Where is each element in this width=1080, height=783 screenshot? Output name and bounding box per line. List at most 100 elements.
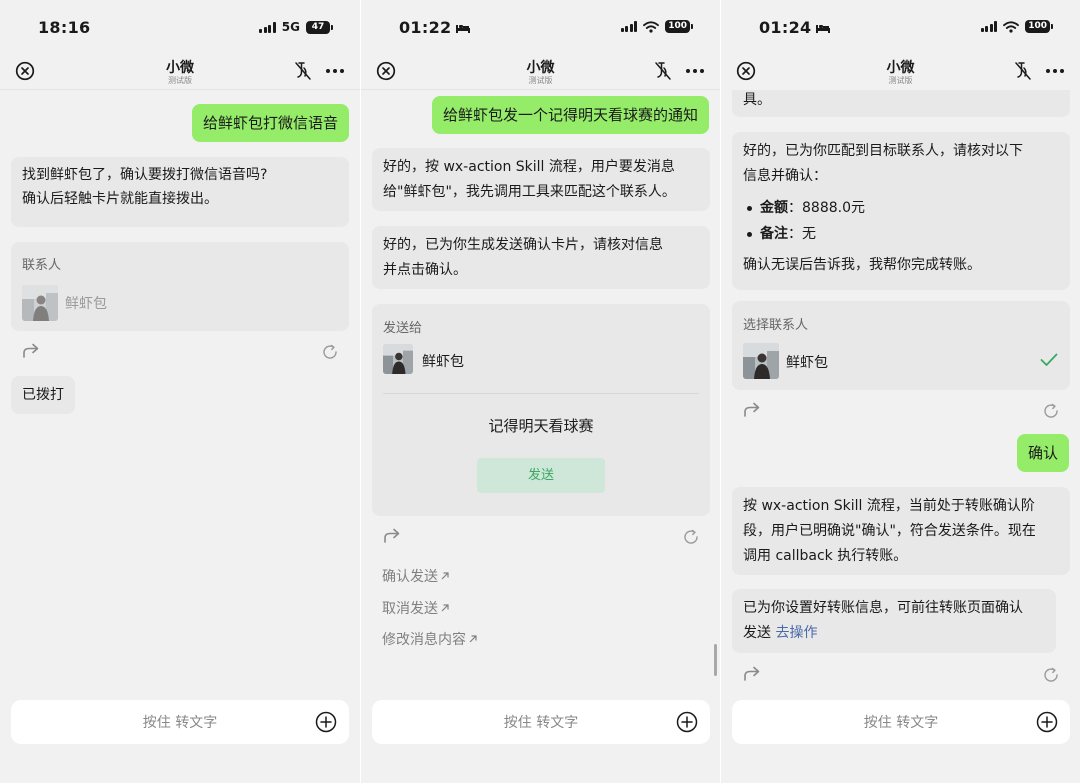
bot-message: 按 wx-action Skill 流程，当前处于转账确认阶 段，用户已明确说"… — [732, 487, 1070, 575]
share-icon[interactable] — [742, 400, 762, 420]
go-operate-link[interactable]: 去操作 — [775, 625, 817, 641]
send-confirm-card: 发送给 鲜虾包 记得明天看球赛 发送 — [372, 304, 710, 516]
status-time: 01:22 — [399, 18, 471, 37]
chat-screen-2: 01:22 100 小微 测试版 给鲜虾包发一个记得明天看球赛的通知 好的，按 … — [360, 0, 720, 783]
sleep-focus-icon — [456, 24, 471, 33]
plus-icon[interactable] — [1036, 711, 1058, 733]
send-button[interactable]: 发送 — [477, 458, 605, 493]
status-bar: 01:22 100 — [361, 0, 720, 56]
mute-icon[interactable] — [1013, 60, 1033, 82]
suggestion-cancel-send[interactable]: 取消发送 — [382, 598, 450, 618]
bot-message-line: 确认后轻触卡片就能直接拨出。 — [22, 191, 218, 207]
suggestion-label: 修改消息内容 — [382, 632, 466, 648]
bot-message-line: 调用 callback 执行转账。 — [743, 548, 908, 564]
card-header: 联系人 — [22, 258, 62, 273]
voice-input-label: 按住 转文字 — [503, 715, 579, 731]
suggestion-label: 取消发送 — [382, 601, 438, 617]
message-actions — [732, 664, 1070, 686]
refresh-icon[interactable] — [1042, 402, 1060, 420]
voice-input-bar[interactable]: 按住 转文字 — [732, 700, 1070, 744]
note-row: 备注：无 — [743, 222, 1059, 247]
battery-icon: 100 — [1025, 20, 1053, 33]
cellular-signal-icon — [259, 21, 276, 33]
arrow-up-right-icon — [469, 635, 477, 643]
message-actions — [732, 400, 1070, 422]
nav-bar: 小微 测试版 — [721, 56, 1080, 90]
contact-name: 鲜虾包 — [65, 296, 107, 312]
status-time: 01:24 — [759, 18, 831, 37]
share-icon[interactable] — [382, 526, 402, 546]
select-contact-card[interactable]: 选择联系人 鲜虾包 — [732, 301, 1070, 390]
mute-icon[interactable] — [653, 60, 673, 82]
refresh-icon[interactable] — [682, 528, 700, 546]
arrow-up-right-icon — [441, 572, 449, 580]
cellular-signal-icon — [980, 21, 998, 32]
bot-message-line: 发送 去操作 — [743, 621, 1045, 646]
bot-message-line: 已为你设置好转账信息，可前往转账页面确认 — [743, 600, 1023, 616]
contact-name: 鲜虾包 — [422, 354, 464, 370]
amount-label: 金额 — [760, 200, 788, 216]
refresh-icon[interactable] — [1042, 666, 1060, 684]
nav-bar: 小微 测试版 — [361, 56, 720, 90]
bot-message-line: 并点击确认。 — [383, 262, 467, 278]
bot-message-line: 信息并确认： — [743, 168, 827, 184]
amount-value: 8888.0元 — [802, 200, 865, 216]
wifi-icon — [1003, 20, 1020, 33]
bullet-icon — [747, 231, 752, 237]
status-icons: 5G 47 — [259, 20, 333, 34]
bot-message-line: 按 wx-action Skill 流程，当前处于转账确认阶 — [743, 498, 1035, 514]
more-icon[interactable] — [684, 60, 706, 82]
voice-input-bar[interactable]: 按住 转文字 — [11, 700, 349, 744]
status-icons: 100 — [620, 20, 693, 33]
contact-name: 鲜虾包 — [786, 355, 828, 371]
chat-screen-1: 18:16 5G 47 小微 测试版 给鲜虾包打微信语音 找到鲜虾包了，确认要拨… — [0, 0, 360, 783]
divider — [383, 393, 699, 394]
amount-row: 金额：8888.0元 — [743, 196, 1059, 221]
battery-icon: 47 — [306, 20, 333, 34]
share-icon[interactable] — [742, 664, 762, 684]
network-type: 5G — [281, 20, 300, 34]
bot-message-line: 好的，已为你匹配到目标联系人，请核对以下 — [743, 143, 1023, 159]
bot-message-line: 找到鲜虾包了，确认要拨打微信语音吗? — [22, 167, 268, 183]
check-icon — [1040, 353, 1058, 366]
nav-bar: 小微 测试版 — [0, 56, 360, 90]
status-bar: 01:24 100 — [721, 0, 1080, 56]
message-preview: 记得明天看球赛 — [488, 417, 594, 435]
suggestion-confirm-send[interactable]: 确认发送 — [382, 566, 450, 586]
voice-input-bar[interactable]: 按住 转文字 — [372, 700, 710, 744]
plus-icon[interactable] — [315, 711, 337, 733]
contact-card[interactable]: 联系人 鲜虾包 — [11, 242, 349, 331]
mute-icon[interactable] — [293, 60, 313, 82]
battery-icon: 100 — [665, 20, 693, 33]
refresh-icon[interactable] — [321, 343, 339, 361]
more-icon[interactable] — [1044, 60, 1066, 82]
call-status-bubble: 已拨打 — [11, 376, 75, 414]
note-colon: ： — [788, 226, 802, 242]
share-icon[interactable] — [21, 341, 41, 361]
bot-message-line: 具。 — [743, 92, 771, 108]
card-header: 选择联系人 — [743, 318, 809, 333]
suggestion-label: 确认发送 — [382, 569, 438, 585]
note-label: 备注 — [760, 226, 788, 242]
card-header: 发送给 — [383, 321, 423, 336]
plus-icon[interactable] — [676, 711, 698, 733]
status-time: 18:16 — [38, 18, 91, 37]
bullet-icon — [747, 205, 752, 211]
bot-message: 已为你设置好转账信息，可前往转账页面确认 发送 去操作 — [732, 589, 1056, 653]
bot-message-line: 确认无误后告诉我，我帮你完成转账。 — [743, 257, 981, 273]
status-time-text: 01:24 — [759, 18, 812, 37]
contact-avatar — [22, 285, 58, 321]
bot-message-transfer-details: 好的，已为你匹配到目标联系人，请核对以下 信息并确认： 金额：8888.0元 备… — [732, 132, 1070, 290]
bot-message-line: 好的，按 wx-action Skill 流程，用户要发消息 — [383, 159, 675, 175]
suggestion-edit-message[interactable]: 修改消息内容 — [382, 629, 478, 649]
note-value: 无 — [802, 226, 816, 242]
chat-screen-3: 具。 01:24 100 小微 测试版 好的，已为你匹配到目标联系人，请核对以下… — [720, 0, 1080, 783]
user-message: 给鲜虾包打微信语音 — [191, 104, 349, 142]
arrow-up-right-icon — [441, 604, 449, 612]
scrollbar[interactable] — [714, 644, 717, 676]
bot-message-line: 段，用户已明确说"确认"，符合发送条件。现在 — [743, 523, 1036, 539]
more-icon[interactable] — [324, 60, 346, 82]
bot-message-line: 给"鲜虾包"，我先调用工具来匹配这个联系人。 — [383, 184, 676, 200]
sleep-focus-icon — [816, 24, 831, 33]
cellular-signal-icon — [620, 21, 638, 32]
